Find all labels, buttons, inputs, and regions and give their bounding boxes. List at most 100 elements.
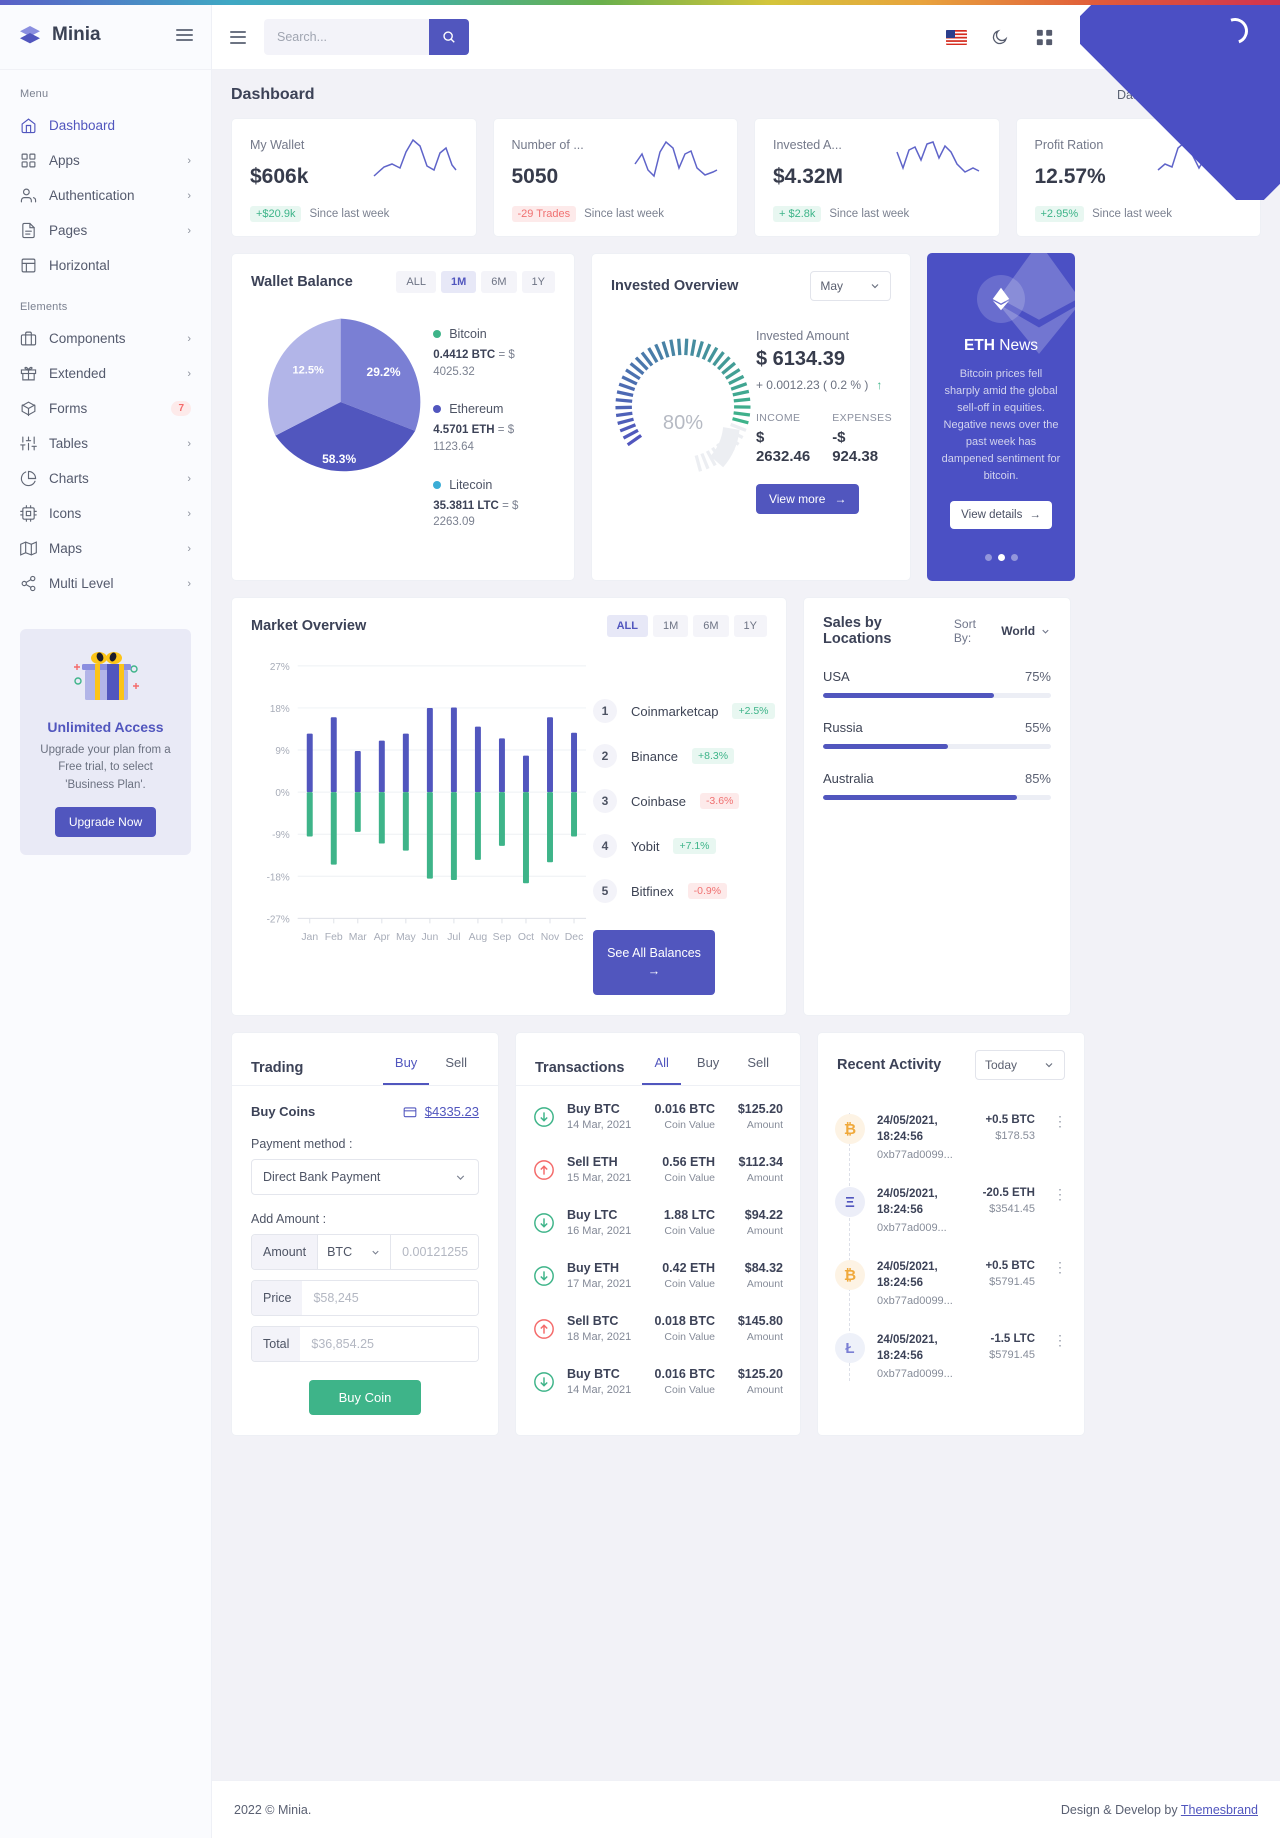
gauge-tick bbox=[654, 343, 664, 361]
promo-text: Upgrade your plan from a Free trial, to … bbox=[40, 744, 171, 791]
sidebar-item-apps[interactable]: Apps › bbox=[0, 143, 211, 178]
breadcrumb-item-1: Dashboard bbox=[1199, 88, 1261, 102]
sidebar-item-forms[interactable]: Forms 7 bbox=[0, 391, 211, 426]
carousel-dot-2[interactable] bbox=[997, 554, 1005, 562]
tab-sell[interactable]: Sell bbox=[433, 1051, 479, 1085]
activity-more-options-icon[interactable]: ⋮ bbox=[1047, 1114, 1067, 1161]
activity-amount: -20.5 ETH bbox=[982, 1187, 1035, 1200]
activity-more-options-icon[interactable]: ⋮ bbox=[1047, 1187, 1067, 1234]
tab-all[interactable]: All bbox=[642, 1051, 681, 1086]
wallet-balance-link[interactable]: $4335.23 bbox=[403, 1104, 479, 1119]
activity-card-title: Recent Activity bbox=[837, 1057, 942, 1074]
wallet-card-body: 29.2% 58.3% 12.5% Bitcoin 0.4412 BTC = $ … bbox=[232, 293, 574, 573]
gauge-tick bbox=[626, 434, 643, 447]
range-tab-all[interactable]: ALL bbox=[396, 271, 436, 293]
x-axis-tick-label: Aug bbox=[469, 933, 488, 944]
transaction-direction-icon bbox=[534, 1159, 554, 1180]
see-all-balances-button[interactable]: See All Balances → bbox=[593, 930, 715, 996]
sidebar-item-pages[interactable]: Pages › bbox=[0, 213, 211, 248]
transaction-direction-icon bbox=[534, 1212, 554, 1233]
amount-input[interactable] bbox=[391, 1235, 478, 1270]
sidebar-item-components[interactable]: Components › bbox=[0, 321, 211, 356]
range-tab-all[interactable]: ALL bbox=[606, 615, 648, 638]
market-bar-chart: 27% 18% 9% 0% -9% -18% -27% Jan Feb Mar Apr May Jun… bbox=[267, 662, 587, 944]
total-input[interactable] bbox=[300, 1327, 478, 1362]
carousel-dot-3[interactable] bbox=[1010, 554, 1018, 562]
legend-equals: = $ bbox=[498, 349, 515, 361]
stat-change-badge: -29 Trades bbox=[511, 206, 577, 222]
search-button[interactable] bbox=[429, 19, 469, 55]
activity-amount: -1.5 LTC bbox=[990, 1333, 1035, 1346]
activity-more-options-icon[interactable]: ⋮ bbox=[1047, 1260, 1067, 1307]
buy-coin-button[interactable]: Buy Coin bbox=[308, 1380, 422, 1416]
view-more-button[interactable]: View more → bbox=[755, 483, 860, 514]
range-tab-1y[interactable]: 1Y bbox=[733, 615, 767, 638]
range-tab-6m[interactable]: 6M bbox=[693, 615, 729, 638]
bar-positive bbox=[354, 751, 361, 793]
sidebar-item-multi-level[interactable]: Multi Level › bbox=[0, 566, 211, 601]
sort-by-select[interactable]: Sort By: World bbox=[954, 617, 1051, 645]
transaction-date: 14 Mar, 2021 bbox=[567, 1384, 632, 1397]
progress-fill bbox=[823, 744, 949, 750]
range-tab-1m[interactable]: 1M bbox=[652, 615, 689, 638]
progress-fill bbox=[823, 693, 994, 699]
apps-grid-button[interactable] bbox=[1024, 17, 1064, 57]
x-axis-tick-label: Nov bbox=[541, 933, 560, 944]
tab-buy[interactable]: Buy bbox=[382, 1051, 430, 1086]
exchange-name: Bitfinex bbox=[631, 883, 674, 899]
carousel-dot-1[interactable] bbox=[984, 554, 992, 562]
stat-period-label: Since last week bbox=[829, 208, 910, 220]
sidebar-item-maps[interactable]: Maps › bbox=[0, 531, 211, 566]
sidebar-item-tables[interactable]: Tables › bbox=[0, 426, 211, 461]
price-addon-label: Price bbox=[252, 1281, 303, 1316]
payment-method-select[interactable]: Direct Bank Payment bbox=[251, 1159, 479, 1196]
y-axis-tick-label: -27% bbox=[267, 915, 290, 926]
header-menu-toggle-icon[interactable] bbox=[230, 30, 246, 44]
sidebar-item-charts[interactable]: Charts › bbox=[0, 461, 211, 496]
dark-mode-toggle-button[interactable] bbox=[980, 17, 1020, 57]
currency-select[interactable]: BTC bbox=[317, 1235, 392, 1270]
range-tab-1y[interactable]: 1Y bbox=[521, 271, 555, 293]
wallet-icon bbox=[403, 1107, 417, 1118]
transaction-amount: $84.32 bbox=[744, 1261, 783, 1276]
bar-positive bbox=[450, 707, 457, 793]
range-tab-1m[interactable]: 1M bbox=[440, 271, 477, 293]
sidebar-item-horizontal[interactable]: Horizontal bbox=[0, 248, 211, 283]
transaction-info: Buy BTC 14 Mar, 2021 bbox=[567, 1367, 643, 1396]
logo-icon bbox=[20, 25, 40, 43]
sidebar-item-icons[interactable]: Icons › bbox=[0, 496, 211, 531]
stat-change-badge: + $2.8k bbox=[773, 206, 822, 222]
tab-sell[interactable]: Sell bbox=[735, 1051, 781, 1085]
activity-amount: +0.5 BTC bbox=[985, 1260, 1035, 1273]
upgrade-now-button[interactable]: Upgrade Now bbox=[54, 806, 157, 837]
footer-credit-link[interactable]: Themesbrand bbox=[1181, 1803, 1258, 1817]
top-header: 5 Shawn bbox=[212, 5, 1280, 70]
range-tab-6m[interactable]: 6M bbox=[481, 271, 517, 293]
view-details-button[interactable]: View details → bbox=[950, 501, 1052, 530]
transaction-info: Sell ETH 15 Mar, 2021 bbox=[567, 1155, 650, 1184]
sidebar-toggle-icon[interactable] bbox=[176, 28, 193, 41]
breadcrumb-item-0[interactable]: Dashboard bbox=[1117, 88, 1178, 102]
transactions-tabs: All Buy Sell bbox=[642, 1051, 781, 1086]
brand-left[interactable]: Minia bbox=[18, 23, 101, 47]
promo-title: Unlimited Access bbox=[47, 719, 164, 735]
sidebar-item-dashboard[interactable]: Dashboard bbox=[0, 108, 211, 143]
footer-credit-prefix: Design & Develop by bbox=[1060, 1802, 1181, 1817]
progress-fill bbox=[823, 795, 1017, 801]
tab-buy[interactable]: Buy bbox=[685, 1051, 731, 1085]
activity-filter-select[interactable]: Today bbox=[974, 1050, 1065, 1081]
rank-number: 2 bbox=[593, 744, 617, 769]
page-header: Dashboard Dashboard › Dashboard bbox=[212, 70, 1280, 118]
activity-card-header: Recent Activity Today bbox=[818, 1033, 1084, 1093]
language-flag-button[interactable] bbox=[936, 17, 976, 57]
month-select[interactable]: May bbox=[810, 271, 891, 301]
settings-button[interactable] bbox=[1112, 17, 1152, 57]
invested-gauge-chart: 80% bbox=[615, 338, 751, 472]
legend-coin-amount: 4.5701 ETH bbox=[433, 424, 495, 437]
activity-more-options-icon[interactable]: ⋮ bbox=[1047, 1333, 1067, 1380]
notifications-button[interactable]: 5 bbox=[1068, 17, 1108, 57]
sidebar-item-authentication[interactable]: Authentication › bbox=[0, 178, 211, 213]
gift-icon bbox=[20, 366, 37, 381]
sidebar-item-extended[interactable]: Extended › bbox=[0, 356, 211, 391]
price-input[interactable] bbox=[302, 1281, 478, 1316]
